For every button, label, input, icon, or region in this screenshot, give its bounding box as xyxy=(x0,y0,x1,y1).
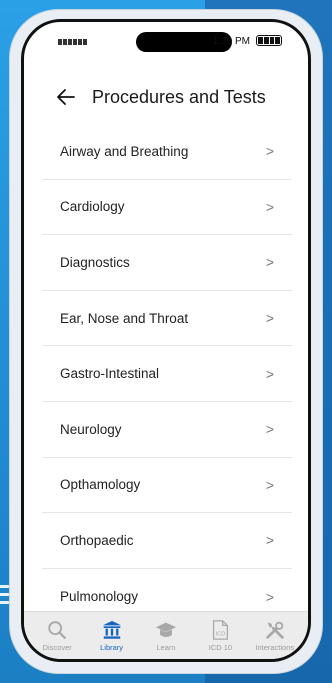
list-item-label: Gastro-Intestinal xyxy=(60,366,160,382)
battery-icon xyxy=(256,35,282,46)
phone-screen: 1:30 PM Procedures and Tests Airway and … xyxy=(21,19,311,662)
list-item[interactable]: Diagnostics > xyxy=(42,235,292,291)
list-item-label: Airway and Breathing xyxy=(60,143,189,159)
list-item-label: Ear, Nose and Throat xyxy=(60,310,189,326)
list-item[interactable]: Cardiology > xyxy=(42,180,292,236)
list-item[interactable]: Neurology > xyxy=(42,402,292,458)
chevron-right-icon: > xyxy=(265,365,274,382)
list-item[interactable]: Gastro-Intestinal > xyxy=(42,346,292,402)
list-item-label: Opthamology xyxy=(60,477,141,493)
svg-text:ICD: ICD xyxy=(216,632,226,638)
procedure-list: Airway and Breathing > Cardiology > Diag… xyxy=(42,124,292,624)
tab-interactions[interactable]: Interactions xyxy=(250,619,300,652)
list-item[interactable]: Ear, Nose and Throat > xyxy=(42,291,292,347)
bottom-tab-bar: Discover Library Learn ICD ICD 10 Intera… xyxy=(24,611,308,659)
tab-icd10[interactable]: ICD ICD 10 xyxy=(195,619,245,652)
chevron-right-icon: > xyxy=(265,198,274,215)
page-title: Procedures and Tests xyxy=(92,86,266,107)
icd-file-icon: ICD xyxy=(213,620,229,640)
library-icon xyxy=(102,620,121,639)
chevron-right-icon: > xyxy=(265,588,274,605)
tab-library[interactable]: Library xyxy=(87,619,137,652)
list-item[interactable]: Opthamology > xyxy=(42,458,292,514)
list-item-label: Cardiology xyxy=(60,199,125,215)
chevron-right-icon: > xyxy=(265,421,274,438)
search-icon xyxy=(48,621,67,639)
chevron-right-icon: > xyxy=(265,476,274,493)
graduation-cap-icon xyxy=(155,622,177,637)
tab-label: Interactions xyxy=(255,643,295,652)
tab-label: Learn xyxy=(156,643,176,652)
chevron-right-icon: > xyxy=(265,532,274,549)
chevron-right-icon: > xyxy=(265,310,274,327)
tools-icon xyxy=(266,621,284,639)
list-item-label: Orthopaedic xyxy=(60,532,134,548)
back-button[interactable] xyxy=(54,85,78,109)
list-item-label: Neurology xyxy=(60,421,122,437)
list-item[interactable]: Airway and Breathing > xyxy=(42,124,292,180)
tab-label: ICD 10 xyxy=(208,643,233,652)
status-time: 1:30 PM xyxy=(212,36,250,47)
arrow-left-icon xyxy=(57,89,75,105)
list-item[interactable]: Orthopaedic > xyxy=(42,513,292,569)
header: Procedures and Tests xyxy=(24,77,308,117)
signal-icon xyxy=(58,39,87,45)
tab-learn[interactable]: Learn xyxy=(141,619,191,652)
list-item-label: Diagnostics xyxy=(60,254,130,270)
list-item-label: Pulmonology xyxy=(60,589,139,605)
tab-label: Discover xyxy=(42,643,72,652)
chevron-right-icon: > xyxy=(265,143,274,160)
tab-label: Library xyxy=(100,643,124,652)
tab-discover[interactable]: Discover xyxy=(32,619,82,652)
chevron-right-icon: > xyxy=(265,254,274,271)
